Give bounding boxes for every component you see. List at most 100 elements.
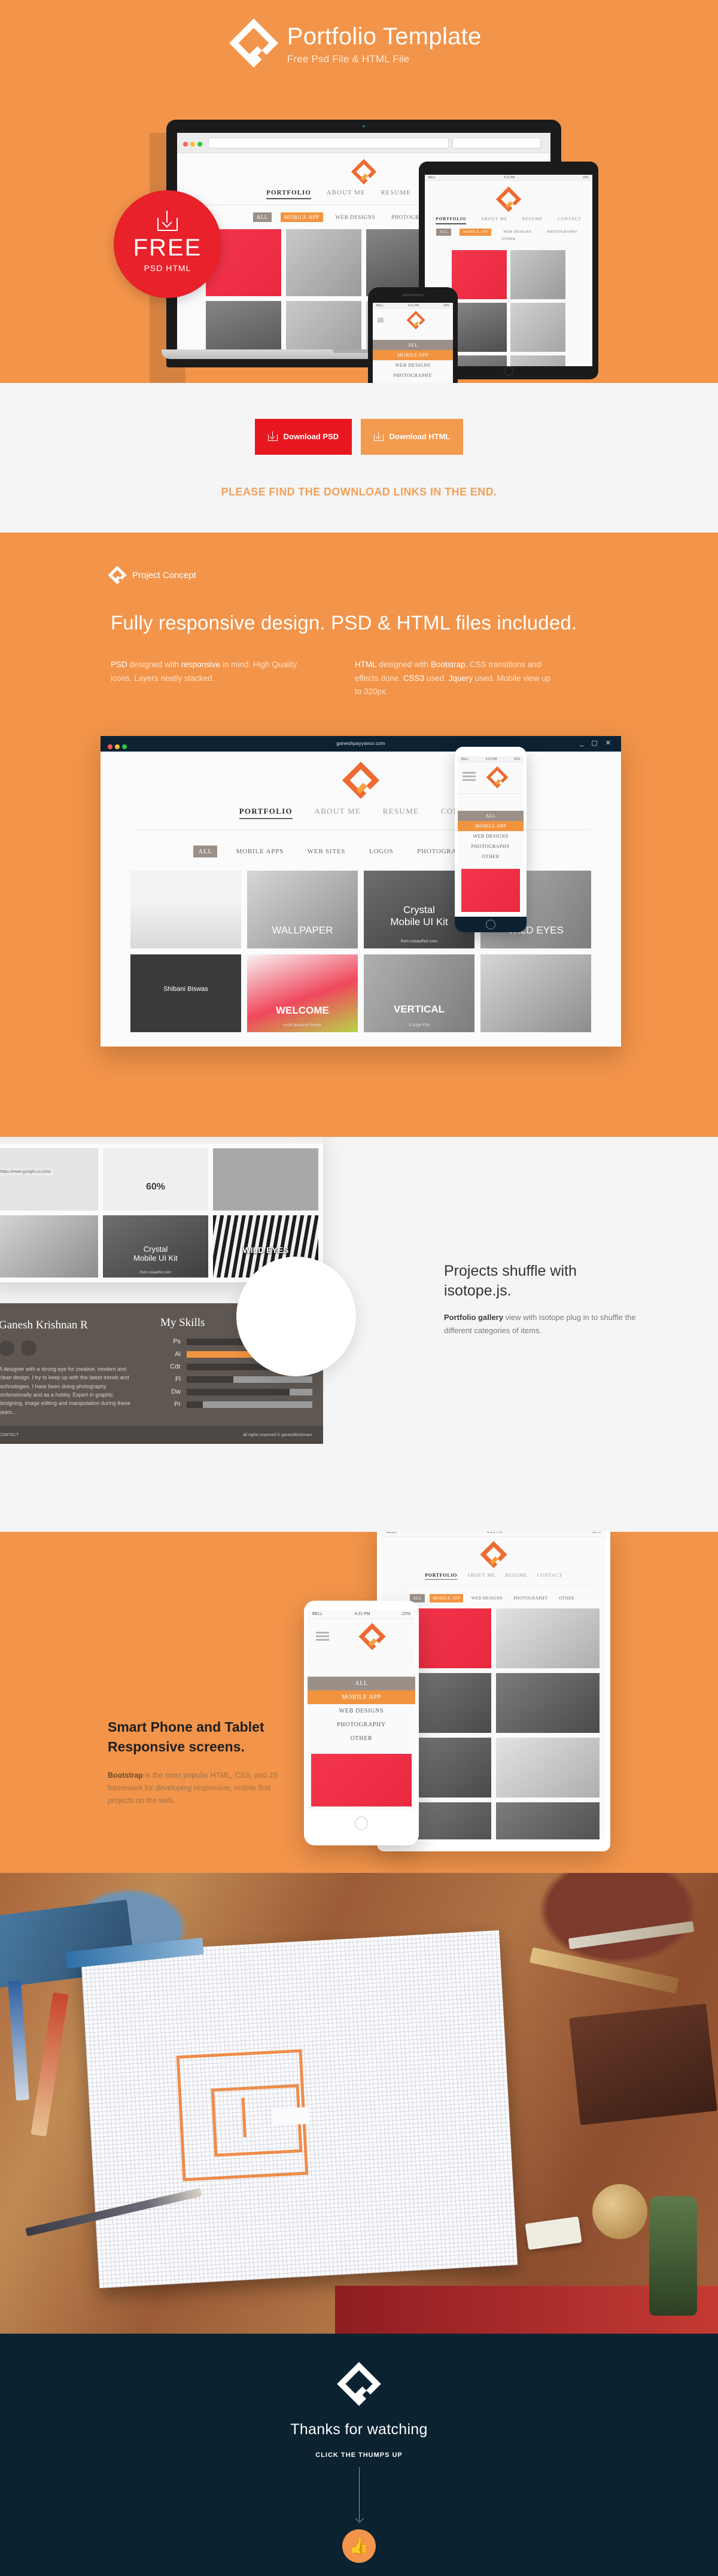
filter-web-designs[interactable]: WEB DESIGNS	[458, 831, 524, 841]
thumb[interactable]	[286, 301, 361, 349]
free-badge[interactable]: FREE PSD HTML	[114, 190, 221, 298]
thumb[interactable]	[510, 355, 565, 366]
filter-other[interactable]: OTHER	[458, 851, 524, 862]
phone-home-button[interactable]	[486, 920, 495, 929]
portfolio-item[interactable]	[496, 1608, 600, 1668]
filter-all[interactable]: ALL	[193, 846, 218, 857]
filter-web-designs[interactable]: WEB DESIGNS	[500, 229, 535, 236]
nav-portfolio[interactable]: PORTFOLIO	[425, 1573, 458, 1580]
filter-mobile-app[interactable]: MOBILE APP	[280, 212, 323, 222]
portfolio-item[interactable]	[130, 871, 241, 948]
phone-status-bar: BELL 4:21 PM 22%	[458, 756, 524, 762]
filter-logos[interactable]: LOGOS	[364, 846, 398, 857]
filter-all[interactable]: ALL	[373, 340, 453, 350]
site-logo-icon	[486, 766, 509, 789]
filter-web-designs[interactable]: WEB DESIGNS	[331, 212, 379, 222]
nav-contact[interactable]: CONTACT	[558, 217, 582, 221]
thumb[interactable]	[311, 1754, 412, 1806]
filter-web-designs[interactable]: WEB DESIGNS	[468, 1594, 506, 1602]
filter-mobile-app[interactable]: MOBILE APP	[458, 821, 524, 831]
skill-name: Dw	[171, 1388, 181, 1395]
hamburger-icon[interactable]	[463, 772, 476, 783]
filter-mobile-app[interactable]: MOBILE APP	[430, 1594, 464, 1602]
gallery-item[interactable]: https://www.google.co.in/se	[0, 1148, 98, 1211]
site-logo-icon	[342, 761, 380, 799]
gallery-item[interactable]	[0, 1215, 98, 1278]
phone-home-button[interactable]	[355, 1817, 368, 1830]
portfolio-item[interactable]	[496, 1802, 600, 1839]
gallery-item-label: Crystal Mobile UI Kit	[133, 1245, 178, 1263]
nav-about[interactable]: ABOUT ME	[327, 189, 366, 196]
portfolio-item[interactable]	[496, 1738, 600, 1798]
nav-resume[interactable]: RESUME	[383, 807, 419, 816]
download-icon	[373, 431, 384, 441]
nav-resume[interactable]: RESUME	[506, 1573, 528, 1578]
filter-web-designs[interactable]: WEB DESIGNS	[308, 1704, 415, 1718]
window-controls-icon[interactable]: _ ▢ ✕	[580, 739, 614, 747]
social-icon[interactable]	[0, 1340, 14, 1357]
hamburger-icon[interactable]	[378, 318, 384, 323]
tablet-home-button[interactable]	[504, 366, 513, 376]
thumbs-up-button[interactable]: 👍	[342, 2529, 376, 2563]
portfolio-item[interactable]	[480, 954, 591, 1032]
gallery-item[interactable]	[213, 1148, 318, 1211]
filter-photography[interactable]: PHOTOGRAPHY	[373, 370, 453, 381]
portfolio-item[interactable]: VERTICAL A huge Flat	[364, 954, 474, 1032]
filter-other[interactable]: OTHER	[556, 1594, 577, 1602]
window-controls-icon[interactable]: _ ▢ ✕	[288, 1137, 317, 1138]
filter-photography[interactable]: PHOTOGRAPHY	[510, 1594, 551, 1602]
browser-url-bar[interactable]	[208, 138, 449, 148]
thumb[interactable]	[452, 250, 507, 299]
thumb[interactable]	[452, 303, 507, 352]
nav-resume[interactable]: RESUME	[522, 217, 543, 221]
download-html-button[interactable]: Download HTML	[360, 419, 464, 455]
footer-nav-contact[interactable]: CONTACT	[0, 1433, 19, 1437]
thumb[interactable]	[510, 303, 565, 352]
filter-all[interactable]: ALL	[458, 811, 524, 821]
about-name: Ganesh Krishnan R	[0, 1319, 88, 1331]
download-psd-button[interactable]: Download PSD	[254, 419, 352, 455]
hamburger-icon[interactable]	[316, 1632, 329, 1643]
filter-mobile-apps[interactable]: MOBILE APPS	[232, 846, 288, 857]
gallery-item[interactable]: Crystal Mobile UI Kit from cssauthor.com	[103, 1215, 208, 1278]
thumb[interactable]	[461, 869, 520, 912]
filter-photography[interactable]: PHOTOGRAPHY	[308, 1718, 415, 1732]
thumb[interactable]	[286, 229, 361, 296]
portfolio-item[interactable]: Shibani Biswas	[130, 954, 241, 1032]
tablet-status-bar: BELL 4:21 PM 22%	[425, 175, 592, 181]
status-carrier: BELL	[376, 304, 384, 308]
nav-about[interactable]: ABOUT ME	[481, 217, 507, 221]
browser-search-bar[interactable]	[452, 138, 541, 148]
thumb[interactable]	[510, 250, 565, 299]
url-chip: https://www.google.co.in/se	[0, 1169, 53, 1175]
filter-all[interactable]: ALL	[436, 229, 451, 236]
filter-mobile-app[interactable]: MOBILE APP	[460, 229, 492, 236]
filter-mobile-app[interactable]: MOBILE APP	[373, 350, 453, 360]
portfolio-item[interactable]	[496, 1673, 600, 1733]
thumb[interactable]	[452, 355, 507, 366]
filter-web-sites[interactable]: WEB SITES	[303, 846, 351, 857]
filter-all[interactable]: ALL	[252, 212, 272, 222]
social-icon[interactable]	[20, 1340, 36, 1357]
nav-portfolio[interactable]: PORTFOLIO	[266, 189, 311, 199]
nav-about[interactable]: ABOUT ME	[315, 807, 361, 816]
nav-portfolio[interactable]: PORTFOLIO	[239, 807, 293, 819]
filter-photography[interactable]: PHOTOGRAPHY	[458, 841, 524, 851]
thumb[interactable]	[206, 301, 281, 349]
nav-contact[interactable]: CONTACT	[537, 1573, 562, 1578]
thumbs-up-icon: 👍	[349, 2537, 369, 2555]
filter-mobile-app[interactable]: MOBILE APP	[308, 1690, 415, 1704]
filter-other[interactable]: OTHER	[308, 1732, 415, 1745]
portfolio-item[interactable]: WELCOME multi purpose theme	[247, 954, 358, 1032]
phone-speaker-icon	[402, 294, 424, 296]
filter-all[interactable]: ALL	[308, 1677, 415, 1690]
nav-resume[interactable]: RESUME	[381, 189, 411, 196]
filter-other[interactable]: OTHER	[498, 236, 519, 243]
filter-web-designs[interactable]: WEB DESIGNS	[373, 360, 453, 370]
nav-about[interactable]: ABOUT ME	[467, 1573, 495, 1578]
nav-portfolio[interactable]: PORTFOLIO	[436, 217, 467, 224]
portfolio-item[interactable]: WALLPAPER	[247, 871, 358, 948]
brand-diamond-logo-icon	[108, 565, 127, 585]
filter-photography[interactable]: PHOTOGRAPHY	[543, 229, 581, 236]
gallery-item[interactable]: 60%	[103, 1148, 208, 1211]
